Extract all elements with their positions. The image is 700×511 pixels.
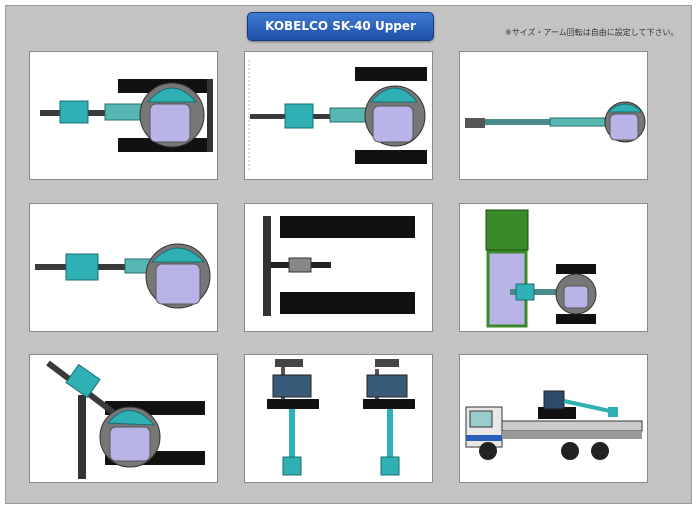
thumb-with-dump-truck[interactable] xyxy=(459,203,648,332)
excavator-rotated-arm-image xyxy=(46,360,205,479)
thumb-rotated-arm[interactable] xyxy=(29,354,218,483)
undercarriage-tracks-image xyxy=(263,216,415,316)
excavator-extended-arm-image xyxy=(465,101,646,143)
thumb-top-view-arm-left-wide[interactable] xyxy=(244,51,433,180)
title-button[interactable]: KOBELCO SK-40 Upper xyxy=(247,12,434,41)
excavator-front-rear-image xyxy=(267,359,415,476)
thumb-tracks-only[interactable] xyxy=(244,203,433,332)
thumb-top-view-no-tracks[interactable] xyxy=(29,203,218,332)
size-note: ※サイズ・アーム回転は自由に設定して下さい。 xyxy=(505,28,679,37)
thumb-front-rear-views[interactable] xyxy=(244,354,433,483)
excavator-on-truck-image xyxy=(465,390,643,460)
excavator-top-view-image xyxy=(40,79,213,152)
thumb-top-view-arm-left[interactable] xyxy=(29,51,218,180)
thumb-on-truck-side-view[interactable] xyxy=(459,354,648,483)
excavator-top-view-wide-image xyxy=(248,60,427,170)
excavator-with-dump-truck-image xyxy=(485,209,597,328)
thumb-top-view-arm-extended[interactable] xyxy=(459,51,648,180)
excavator-no-tracks-image xyxy=(35,243,211,309)
